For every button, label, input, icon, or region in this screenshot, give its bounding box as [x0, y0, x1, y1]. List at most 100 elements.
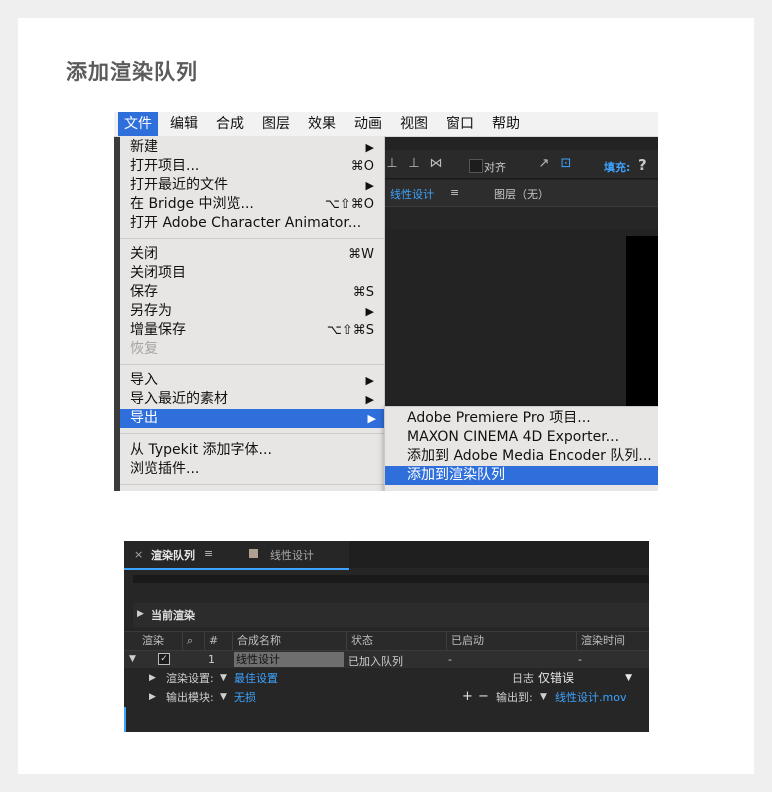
current-render-row: ▶ 当前渲染	[133, 603, 649, 627]
submenu-item-premiere[interactable]: Adobe Premiere Pro 项目...	[385, 409, 658, 428]
current-render-label: 当前渲染	[151, 609, 195, 622]
dropdown-arrow-icon[interactable]: ▼	[540, 688, 547, 707]
submenu-arrow-icon: ▶	[365, 141, 374, 154]
align-label: 对齐	[484, 161, 506, 174]
anchor-tool-icon[interactable]: ⊥	[384, 156, 400, 172]
menu-separator	[120, 364, 384, 365]
composition-color-swatch	[249, 549, 258, 558]
dropdown-arrow-icon[interactable]: ▼	[220, 669, 227, 688]
item-comp-name[interactable]: 线性设计	[234, 652, 344, 667]
menu-item-close[interactable]: 关闭 ⌘W	[130, 245, 382, 264]
composition-subbar	[376, 206, 658, 229]
column-render-time[interactable]: 渲染时间	[576, 632, 647, 650]
render-settings-row: ▶ 渲染设置: ▼ 最佳设置 日志: 仅错误 ▼	[124, 669, 649, 688]
log-value: 仅错误	[538, 671, 575, 685]
fill-label[interactable]: 填充:	[604, 159, 630, 175]
menu-edit[interactable]: 编辑	[164, 112, 204, 136]
expand-triangle-icon[interactable]: ▼	[129, 654, 136, 664]
export-submenu: Adobe Premiere Pro 项目... MAXON CINEMA 4D…	[384, 406, 658, 491]
menu-window[interactable]: 窗口	[440, 112, 480, 136]
panel-tabbar: × 渲染队列 ≡ 线性设计	[124, 541, 649, 570]
snap-icon[interactable]: ⊡	[558, 156, 574, 172]
menu-separator	[120, 484, 384, 485]
tab-render-queue[interactable]: × 渲染队列 ≡	[124, 541, 349, 570]
tag-icon: ⌕	[187, 634, 194, 647]
close-icon[interactable]: ×	[134, 548, 143, 561]
queue-header: 渲染 ⌕ # 合成名称 状态 已启动 渲染时间	[124, 631, 649, 651]
log-dropdown[interactable]: 仅错误 ▼	[534, 671, 638, 686]
tab-label: 渲染队列	[151, 549, 195, 562]
menu-item-import-recent[interactable]: 导入最近的素材 ▶	[130, 390, 382, 409]
composition-tabbar: 线性设计 ≡ 图层（无）	[376, 180, 658, 206]
column-number[interactable]: #	[204, 632, 229, 650]
after-effects-menu-screenshot: ⊥ ⊥ ⋈ ↗ ⊡ 对齐 填充: ? 线性设计 ≡ 图层（无） 文件 编辑 合成…	[114, 112, 658, 491]
column-status[interactable]: 状态	[346, 632, 446, 650]
menu-file[interactable]: 文件	[118, 112, 158, 136]
expand-triangle-icon[interactable]: ▶	[149, 669, 156, 688]
submenu-item-media-encoder[interactable]: 添加到 Adobe Media Encoder 队列...	[385, 447, 658, 466]
help-icon[interactable]: ?	[638, 156, 647, 174]
submenu-arrow-icon: ▶	[365, 179, 374, 192]
pin-tool-icon[interactable]: ⊥	[406, 156, 422, 172]
menu-item-close-project[interactable]: 关闭项目	[130, 264, 382, 283]
render-settings-value[interactable]: 最佳设置	[234, 669, 278, 688]
menu-item-browse-bridge[interactable]: 在 Bridge 中浏览... ⌥⇧⌘O	[130, 195, 382, 214]
menu-item-revert: 恢复	[130, 341, 158, 357]
queue-item-row[interactable]: ▼ ✓ 1 线性设计 已加入队列 - -	[124, 651, 649, 668]
item-render-time: -	[578, 653, 582, 666]
render-queue-screenshot: × 渲染队列 ≡ 线性设计 ▶ 当前渲染 渲染 ⌕ # 合成名称 状态 已启动 …	[124, 541, 649, 732]
menu-bar: 文件 编辑 合成 图层 效果 动画 视图 窗口 帮助	[114, 112, 658, 137]
menu-item-save[interactable]: 保存 ⌘S	[130, 283, 382, 302]
bend-tool-icon[interactable]: ⋈	[428, 156, 444, 172]
dropdown-arrow-icon[interactable]: ▼	[220, 688, 227, 707]
column-comp-name[interactable]: 合成名称	[232, 632, 345, 650]
page-title: 添加渲染队列	[66, 60, 198, 84]
tab-composition[interactable]: 线性设计	[390, 186, 434, 202]
submenu-item-cinema4d[interactable]: MAXON CINEMA 4D Exporter...	[385, 428, 658, 447]
chevron-down-icon: ▼	[625, 673, 632, 683]
menu-item-increment-save[interactable]: 增量保存 ⌥⇧⌘S	[130, 321, 382, 340]
menu-composition[interactable]: 合成	[210, 112, 250, 136]
menu-view[interactable]: 视图	[394, 112, 434, 136]
remove-output-button[interactable]: −	[478, 687, 489, 706]
output-to-label: 输出到:	[496, 691, 533, 704]
output-module-value[interactable]: 无损	[234, 688, 256, 707]
tab-composition[interactable]: 线性设计	[270, 547, 314, 563]
menu-layer[interactable]: 图层	[256, 112, 296, 136]
menu-item-open-project[interactable]: 打开项目... ⌘O	[130, 157, 382, 176]
render-progress-bar	[133, 575, 649, 583]
item-index: 1	[208, 653, 215, 666]
add-output-button[interactable]: +	[462, 687, 473, 706]
menu-effect[interactable]: 效果	[302, 112, 342, 136]
expand-triangle-icon[interactable]: ▶	[137, 609, 144, 619]
menu-separator	[120, 238, 384, 239]
menu-item-export[interactable]: 导出 ▶	[120, 409, 384, 428]
menu-item-new[interactable]: 新建 ▶	[130, 138, 382, 157]
expand-triangle-icon[interactable]: ▶	[149, 688, 156, 707]
menu-item-open-recent[interactable]: 打开最近的文件 ▶	[130, 176, 382, 195]
column-render[interactable]: 渲染	[138, 632, 182, 650]
menu-help[interactable]: 帮助	[486, 112, 526, 136]
align-checkbox[interactable]	[469, 159, 483, 173]
item-started: -	[448, 653, 452, 666]
output-module-row: ▶ 输出模块: ▼ 无损 + − 输出到: ▼ 线性设计.mov	[124, 688, 649, 707]
output-to-value[interactable]: 线性设计.mov	[555, 688, 626, 707]
menu-item-character-animator[interactable]: 打开 Adobe Character Animator...	[130, 214, 382, 233]
menu-item-save-as[interactable]: 另存为 ▶	[130, 302, 382, 321]
menu-item-import[interactable]: 导入 ▶	[130, 371, 382, 390]
menu-animation[interactable]: 动画	[348, 112, 388, 136]
column-started[interactable]: 已启动	[446, 632, 577, 650]
tab-menu-icon[interactable]: ≡	[204, 547, 213, 560]
tab-layer[interactable]: 图层（无）	[494, 186, 549, 202]
expand-icon[interactable]: ↗	[536, 156, 552, 172]
menu-separator	[120, 433, 384, 434]
panel-focus-indicator	[124, 707, 126, 732]
column-label[interactable]: ⌕	[182, 632, 205, 650]
tab-menu-icon[interactable]: ≡	[450, 186, 459, 199]
submenu-arrow-icon: ▶	[365, 393, 374, 406]
menu-item-browse-plugins[interactable]: 浏览插件...	[130, 460, 382, 479]
submenu-arrow-icon: ▶	[367, 412, 376, 425]
submenu-item-render-queue[interactable]: 添加到渲染队列	[385, 466, 658, 485]
menu-item-typekit[interactable]: 从 Typekit 添加字体...	[130, 441, 382, 460]
render-checkbox[interactable]: ✓	[158, 653, 170, 665]
